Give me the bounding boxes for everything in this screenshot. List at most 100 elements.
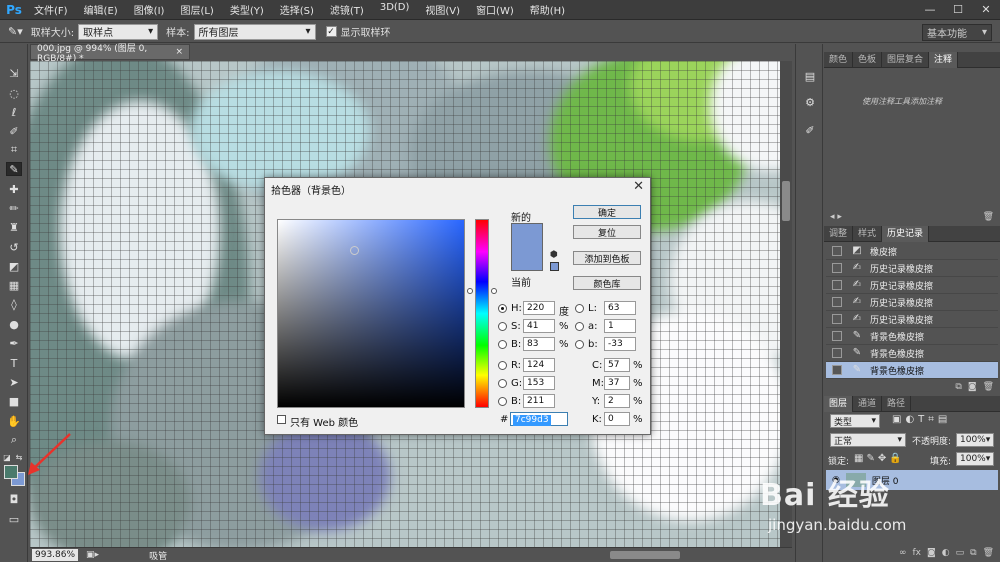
web-safe-swatch[interactable] bbox=[550, 262, 559, 271]
shape-tool-icon[interactable]: ■ bbox=[6, 394, 22, 408]
g-radio[interactable] bbox=[498, 379, 507, 388]
close-icon[interactable]: ✕ bbox=[633, 179, 644, 194]
close-button[interactable]: ✕ bbox=[972, 0, 1000, 19]
menu-item[interactable]: 类型(Y) bbox=[222, 2, 272, 17]
fill-field[interactable]: 100% ▾ bbox=[956, 452, 994, 466]
menu-item[interactable]: 帮助(H) bbox=[522, 2, 573, 17]
history-checkbox[interactable] bbox=[832, 297, 842, 307]
history-checkbox[interactable] bbox=[832, 331, 842, 341]
color-field-cursor[interactable] bbox=[350, 246, 359, 255]
quick-select-icon[interactable]: ✐ bbox=[6, 124, 22, 138]
hue-slider-handle[interactable] bbox=[467, 288, 473, 294]
minimize-button[interactable]: — bbox=[916, 0, 944, 19]
lasso-tool-icon[interactable]: ℓ bbox=[6, 105, 22, 119]
menu-item[interactable]: 滤镜(T) bbox=[322, 2, 372, 17]
zoom-tool-icon[interactable]: ⌕ bbox=[6, 433, 22, 447]
history-checkbox[interactable] bbox=[832, 348, 842, 358]
adjustments-icon[interactable]: ⚙ bbox=[802, 94, 818, 110]
tab-paths[interactable]: 路径 bbox=[882, 396, 912, 412]
pen-tool-icon[interactable]: ✒ bbox=[6, 336, 22, 350]
document-tab[interactable]: 000.jpg @ 994% (图层 0, RGB/8#) * × bbox=[30, 44, 190, 64]
doc-info-icon[interactable]: ▣▸ bbox=[86, 550, 99, 560]
lab-b-radio[interactable] bbox=[575, 340, 584, 349]
history-checkbox[interactable] bbox=[832, 365, 842, 375]
type-tool-icon[interactable]: T bbox=[6, 356, 22, 370]
tab-notes[interactable]: 注释 bbox=[929, 52, 959, 68]
menu-item[interactable]: 图层(L) bbox=[172, 2, 221, 17]
menu-item[interactable]: 选择(S) bbox=[272, 2, 322, 17]
s-field[interactable]: 41 bbox=[523, 319, 555, 333]
quick-mask-icon[interactable]: ◘ bbox=[6, 492, 22, 506]
blue-radio[interactable] bbox=[498, 397, 507, 406]
reset-button[interactable]: 复位 bbox=[573, 225, 641, 239]
history-panel-icon[interactable]: ▤ bbox=[802, 68, 818, 84]
crop-tool-icon[interactable]: ⌗ bbox=[6, 143, 22, 157]
b-radio[interactable] bbox=[498, 340, 507, 349]
move-tool-icon[interactable]: ⇲ bbox=[6, 66, 22, 80]
blur-tool-icon[interactable]: ◊ bbox=[6, 297, 22, 311]
zoom-level[interactable]: 993.86% bbox=[32, 549, 79, 561]
eyedropper-tool-icon[interactable]: ✎ bbox=[6, 162, 22, 176]
l-field[interactable]: 63 bbox=[604, 301, 636, 315]
new-layer-icon[interactable]: ⧉ bbox=[970, 548, 976, 558]
tab-adjustments[interactable]: 调整 bbox=[824, 226, 854, 242]
menu-item[interactable]: 窗口(W) bbox=[468, 2, 522, 17]
trash-icon[interactable]: 🗑 bbox=[983, 212, 994, 222]
sample-size-select[interactable]: 取样点 ▾ bbox=[78, 23, 159, 40]
history-checkbox[interactable] bbox=[832, 263, 842, 273]
history-item[interactable]: ✎ 背景色橡皮擦 bbox=[826, 328, 998, 345]
h-radio[interactable] bbox=[498, 304, 507, 313]
c-field[interactable]: 57 bbox=[604, 358, 630, 372]
tab-swatches[interactable]: 色板 bbox=[853, 52, 883, 68]
tab-color[interactable]: 颜色 bbox=[824, 52, 854, 68]
history-item[interactable]: ✎ 背景色橡皮擦 bbox=[826, 345, 998, 362]
layer-filter-icons[interactable]: ▣◐T⌗▤ bbox=[892, 414, 951, 425]
layer-filter-select[interactable]: 类型 ▾ bbox=[830, 414, 880, 428]
hue-slider-handle[interactable] bbox=[491, 288, 497, 294]
marquee-tool-icon[interactable]: ◌ bbox=[6, 86, 22, 100]
path-select-icon[interactable]: ➤ bbox=[6, 375, 22, 389]
m-field[interactable]: 37 bbox=[604, 376, 630, 390]
workspace-select[interactable]: 基本功能 ▾ bbox=[922, 24, 992, 41]
k-field[interactable]: 0 bbox=[604, 412, 630, 426]
web-colors-checkbox[interactable] bbox=[277, 415, 286, 424]
opacity-field[interactable]: 100% ▾ bbox=[956, 433, 994, 447]
history-brush-icon[interactable]: ↺ bbox=[6, 240, 22, 254]
eyedropper-icon[interactable]: ✎▾ bbox=[8, 25, 23, 39]
s-radio[interactable] bbox=[498, 322, 507, 331]
hue-slider[interactable] bbox=[475, 219, 489, 408]
screen-mode-icon[interactable]: ▭ bbox=[6, 512, 22, 526]
tab-layers[interactable]: 图层 bbox=[824, 396, 854, 412]
hand-tool-icon[interactable]: ✋ bbox=[6, 414, 22, 428]
sample-select[interactable]: 所有图层 ▾ bbox=[193, 23, 316, 40]
g-field[interactable]: 153 bbox=[523, 376, 555, 390]
cube-warning-icon[interactable]: ⬢ bbox=[550, 250, 558, 260]
fx-icon[interactable]: fx bbox=[913, 548, 922, 558]
history-item[interactable]: ✍ 历史记录橡皮擦 bbox=[826, 277, 998, 294]
default-colors-icon[interactable]: ◪ bbox=[2, 450, 12, 464]
menu-item[interactable]: 3D(D) bbox=[372, 2, 418, 17]
history-item[interactable]: ✍ 历史记录橡皮擦 bbox=[826, 294, 998, 311]
b-field[interactable]: 83 bbox=[523, 337, 555, 351]
scroll-thumb[interactable] bbox=[782, 181, 790, 221]
lock-icons[interactable]: ▦✎✥🔒 bbox=[854, 453, 905, 464]
gradient-tool-icon[interactable]: ▦ bbox=[6, 278, 22, 292]
ok-button[interactable]: 确定 bbox=[573, 205, 641, 219]
tab-channels[interactable]: 通道 bbox=[853, 396, 883, 412]
brush-presets-icon[interactable]: ✐ bbox=[802, 122, 818, 138]
r-radio[interactable] bbox=[498, 361, 507, 370]
camera-icon[interactable]: ◙ bbox=[968, 382, 977, 392]
r-field[interactable]: 124 bbox=[523, 358, 555, 372]
link-icon[interactable]: ∞ bbox=[899, 548, 907, 558]
tab-layer-comps[interactable]: 图层复合 bbox=[882, 52, 930, 68]
swap-colors-icon[interactable]: ⇆ bbox=[14, 450, 24, 464]
new-doc-icon[interactable]: ⧉ bbox=[955, 382, 961, 392]
blue-field[interactable]: 211 bbox=[523, 394, 555, 408]
horizontal-scroll-thumb[interactable] bbox=[610, 551, 680, 559]
maximize-button[interactable]: ☐ bbox=[944, 0, 972, 19]
prev-next-icons[interactable]: ◂ ▸ bbox=[830, 212, 842, 222]
h-field[interactable]: 220 bbox=[523, 301, 555, 315]
y-field[interactable]: 2 bbox=[604, 394, 630, 408]
menu-item[interactable]: 图像(I) bbox=[126, 2, 173, 17]
show-ring-checkbox[interactable]: ✓ bbox=[325, 26, 337, 37]
